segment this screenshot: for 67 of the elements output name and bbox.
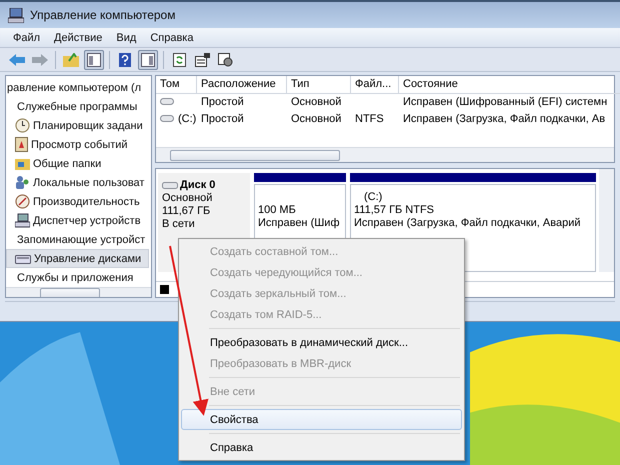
disk-size: 111,67 ГБ [162,205,212,218]
log-icon [15,137,28,152]
tree-item[interactable]: Диспетчер устройств [6,211,149,230]
column-header[interactable]: Том [156,76,197,94]
tree-item[interactable]: Планировщик задани [6,116,149,135]
tree-item[interactable]: Управление дисками [6,249,149,268]
drive-icon [162,182,178,189]
table-cell: (C:) [178,112,196,124]
properties-icon [194,52,210,66]
menu-item[interactable]: Справка [145,32,198,44]
tree-item[interactable]: Службы и приложения [6,268,149,287]
partition-size: 111,57 ГБ NTFS [354,204,436,217]
computer-icon [15,213,30,228]
column-header[interactable]: Тип [287,76,351,94]
table-cell: Исправен (Загрузка, Файл подкачки, Ав [403,112,606,124]
table-cell: NTFS [355,112,384,124]
menu-item[interactable]: Свойства [181,409,462,430]
tree-item[interactable]: Локальные пользоват [6,173,149,192]
partition-size: 100 МБ [258,204,297,217]
legend-swatch [160,285,169,294]
drive-icon [160,115,174,122]
hard-drive-icon [15,252,31,265]
tree-item[interactable]: Общие папки [6,154,149,173]
disk-name: Диск 0 [180,179,216,192]
table-cell: Основной [291,96,342,108]
partition-label: (C:) [363,191,384,204]
disk-type: Основной [162,192,214,205]
forward-arrow-icon [32,54,48,66]
table-cell: Простой [201,112,244,124]
tree-item[interactable]: Просмотр событий [6,135,149,154]
scrollbar[interactable] [6,287,151,297]
users-icon [15,175,30,190]
panel-icon [141,52,155,66]
settings-icon [218,52,232,66]
gauge-icon [15,194,30,209]
drive-icon [160,98,174,105]
tree-item[interactable]: равление компьютером (л [6,78,149,97]
tree-item[interactable]: Производительность [6,192,149,211]
column-header[interactable]: Расположение [197,76,287,94]
help-icon [119,52,131,66]
refresh-icon [172,52,186,66]
menu-item[interactable]: Действие [49,32,108,44]
partition-status: Исправен (Шиф [258,217,341,230]
table-cell: Простой [201,96,244,108]
clock-icon [15,118,30,133]
back-arrow-icon [9,54,25,66]
folder-icon [15,157,30,170]
partition-status: Исправен (Загрузка, Файл подкачки, Аварий [354,217,582,230]
scrollbar[interactable] [156,147,614,162]
computer-icon [8,8,24,22]
column-header[interactable]: Состояние [399,76,620,94]
toolbar-button[interactable] [84,50,104,70]
scrollbar[interactable] [599,169,614,272]
menu-item[interactable]: Вид [111,32,142,44]
window-title: Управление компьютером [30,8,176,22]
menu-item[interactable]: Файл [8,32,46,44]
tree-item[interactable]: Запоминающие устройст [6,230,149,249]
table-cell: Исправен (Шифрованный (EFI) системн [403,96,608,108]
table-cell: Основной [291,112,342,124]
toolbar-button[interactable] [138,50,158,70]
folder-icon [63,52,79,66]
tree-item[interactable]: Служебные программы [6,97,149,116]
panel-icon [87,52,101,66]
column-header[interactable]: Файл... [351,76,399,94]
disk-status: В сети [162,218,196,231]
menu-item[interactable]: Справка [181,437,462,458]
menu-item[interactable]: Преобразовать в динамический диск... [181,332,462,353]
